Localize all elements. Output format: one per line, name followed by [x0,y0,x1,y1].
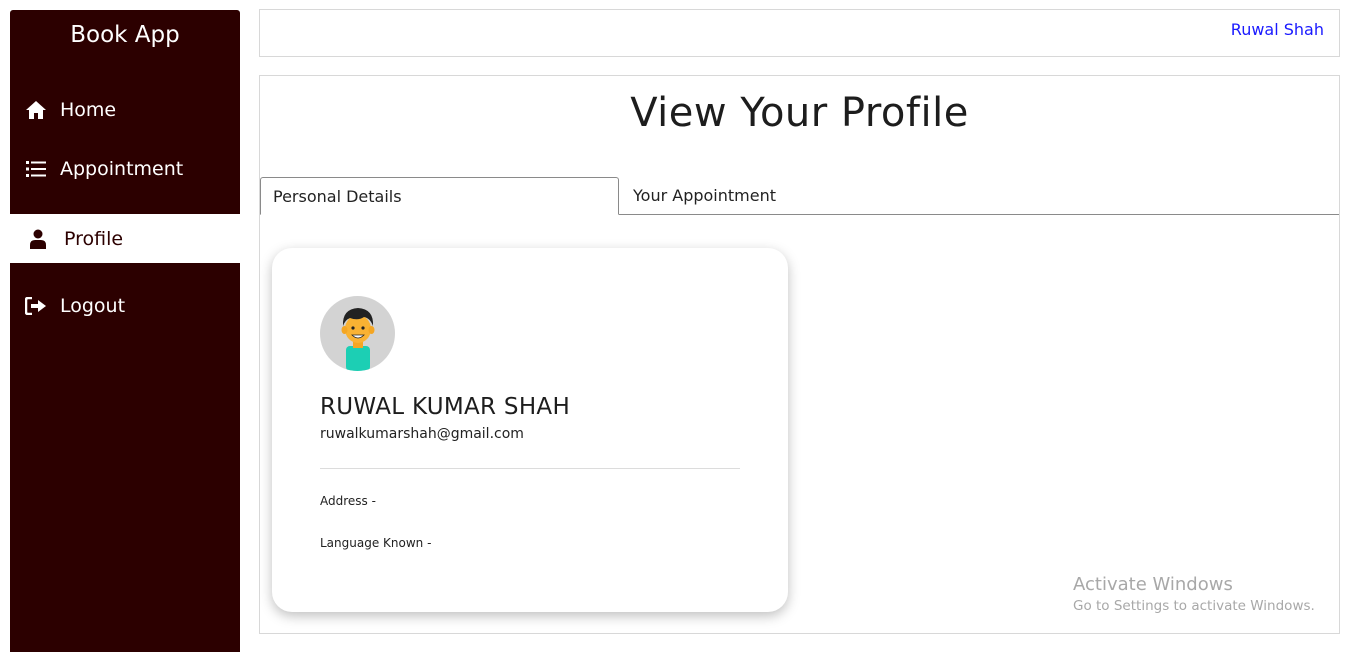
address-label: Address - [320,494,376,508]
logout-icon [24,294,48,318]
top-bar: Ruwal Shah [259,9,1340,57]
profile-email: ruwalkumarshah@gmail.com [320,426,524,442]
sidebar-item-home[interactable]: Home [10,86,240,134]
tab-personal-details[interactable]: Personal Details [260,177,619,215]
sidebar-item-label: Profile [64,227,124,250]
home-icon [24,98,48,122]
user-icon [30,227,46,251]
brand-title: Book App [70,22,180,48]
sidebar: Book App Home Appointment Profile Logout [10,10,240,652]
sidebar-item-profile[interactable]: Profile [10,214,240,263]
sidebar-item-appointment[interactable]: Appointment [10,145,240,193]
sidebar-item-label: Logout [60,295,126,317]
windows-activation-watermark: Activate Windows Go to Settings to activ… [1073,574,1315,614]
page-title: View Your Profile [630,90,969,136]
avatar [320,296,395,371]
user-name-link[interactable]: Ruwal Shah [1231,20,1324,39]
divider [320,468,740,469]
person-avatar-icon [341,308,375,371]
profile-name: RUWAL KUMAR SHAH [320,394,571,420]
sidebar-item-logout[interactable]: Logout [10,282,240,330]
watermark-subtitle: Go to Settings to activate Windows. [1073,598,1315,614]
watermark-title: Activate Windows [1073,574,1233,595]
main-panel: View Your Profile Personal Details Your … [259,75,1340,634]
sidebar-item-label: Appointment [60,158,184,180]
tab-your-appointment[interactable]: Your Appointment [620,177,920,214]
tab-bar: Personal Details Your Appointment [260,177,1339,215]
language-known-label: Language Known - [320,536,432,550]
profile-card: RUWAL KUMAR SHAH ruwalkumarshah@gmail.co… [272,248,788,612]
sidebar-item-label: Home [60,99,117,121]
list-icon [24,157,48,181]
